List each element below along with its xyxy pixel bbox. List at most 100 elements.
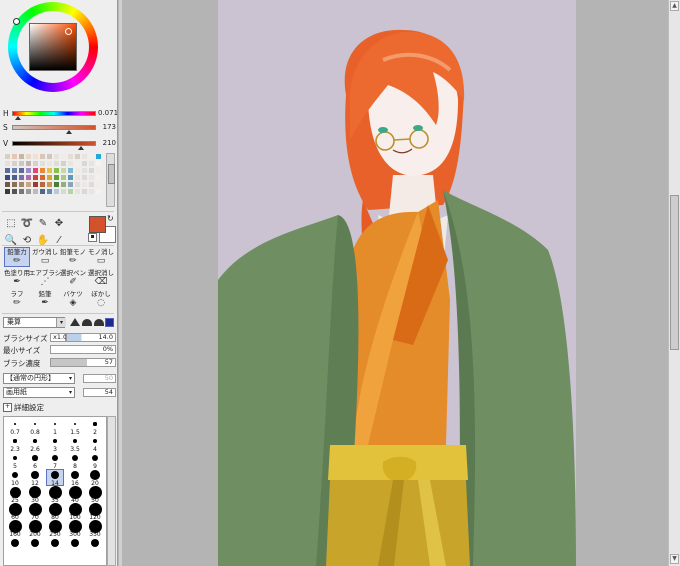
color-swatch[interactable] [11,160,18,167]
brush-slot[interactable]: バケツ ◈ [60,289,86,309]
color-swatch[interactable] [46,188,53,195]
brush-slot[interactable]: 鉛筆 ✒ [32,289,58,309]
brush-slot[interactable]: 色塗り用 ✒ [4,268,30,288]
shape-hard-icon[interactable] [70,318,80,326]
move-icon[interactable]: ✥ [52,216,66,230]
color-swatch[interactable] [74,181,81,188]
color-swatch[interactable] [53,181,60,188]
color-swatch[interactable] [25,188,32,195]
size-preset[interactable] [34,423,36,425]
color-swatch[interactable] [81,160,88,167]
size-preset[interactable] [72,438,78,444]
brush-slot[interactable]: エアブラシ ⋰ [29,268,61,288]
size-preset[interactable] [90,538,100,548]
color-swatch[interactable] [11,174,18,181]
color-swatch[interactable] [25,167,32,174]
shape-flat-icon[interactable] [105,318,114,327]
size-grid-scrollbar[interactable] [107,416,116,566]
texture-select[interactable]: 画用紙 [3,387,75,398]
brush-slot[interactable]: モノ消し ▭ [88,247,114,267]
color-swatch[interactable] [88,181,95,188]
color-swatch[interactable] [18,174,25,181]
color-swatch[interactable] [4,181,11,188]
color-swatch[interactable] [81,181,88,188]
color-swatch[interactable] [46,160,53,167]
brush-slot[interactable]: ぼかし ◌ [88,289,114,309]
color-swatch[interactable] [95,181,102,188]
size-preset[interactable] [33,439,37,443]
color-swatch[interactable] [67,167,74,174]
color-swatch[interactable] [67,181,74,188]
size-preset[interactable] [50,538,60,548]
color-swatch[interactable] [88,160,95,167]
color-swatch[interactable] [60,181,67,188]
size-preset[interactable] [91,454,99,462]
color-swatch[interactable] [60,160,67,167]
color-swatch[interactable] [60,174,67,181]
size-preset[interactable] [70,538,80,548]
blend-mode-dropdown-button[interactable]: ▾ [56,318,66,327]
transparent-color-icon[interactable]: ▪ [88,233,97,242]
swatch-scrollbar[interactable] [106,153,115,207]
color-swatch[interactable] [88,153,95,160]
swap-colors-icon[interactable]: ↻ [107,214,114,223]
size-preset[interactable] [90,470,100,480]
color-swatch[interactable] [32,188,39,195]
color-swatch[interactable] [32,160,39,167]
shape-select[interactable]: 【通常の円形】 [3,373,75,384]
color-swatch[interactable] [53,188,60,195]
magic-wand-icon[interactable]: ✎ [36,216,50,230]
color-swatch[interactable] [74,167,81,174]
size-preset[interactable] [92,438,98,444]
size-preset[interactable] [32,455,38,461]
detail-settings-toggle[interactable]: + 詳細設定 [3,402,44,412]
color-swatch[interactable] [39,160,46,167]
size-preset[interactable] [30,538,40,548]
size-preset[interactable] [10,538,20,548]
size-preset[interactable] [9,486,21,498]
min-size-field[interactable]: 0% [50,345,116,354]
size-preset[interactable] [31,471,39,479]
brush-slot[interactable]: 選択消し ⌫ [88,268,114,288]
color-swatch[interactable] [11,167,18,174]
size-preset[interactable] [13,439,17,443]
color-swatch[interactable] [60,188,67,195]
brush-slot[interactable]: 鉛筆モノ ✏ [60,247,86,267]
vertical-scrollbar[interactable]: ▲ ▼ [668,0,680,566]
color-swatch[interactable] [32,153,39,160]
texture-strength-field[interactable]: 54 [83,388,116,397]
size-preset[interactable] [11,471,19,479]
brush-size-field[interactable]: 14.0 [66,333,116,342]
hue-slider[interactable] [12,111,96,116]
density-field[interactable]: 57 [50,358,116,367]
shape-soft-icon[interactable] [94,319,104,326]
color-swatch[interactable] [74,160,81,167]
color-swatch[interactable] [18,153,25,160]
color-swatch[interactable] [32,167,39,174]
color-swatch[interactable] [81,167,88,174]
size-preset[interactable] [53,422,57,426]
size-preset[interactable] [70,470,80,480]
color-swatch[interactable] [67,174,74,181]
color-swatch[interactable] [95,160,102,167]
color-swatch[interactable] [46,174,53,181]
color-swatch[interactable] [39,167,46,174]
color-swatch[interactable] [4,188,11,195]
color-swatch[interactable] [74,174,81,181]
size-preset[interactable] [71,454,79,462]
color-swatch[interactable] [60,153,67,160]
color-swatch[interactable] [67,160,74,167]
color-swatch[interactable] [32,174,39,181]
shape-dropdown-button[interactable]: ▾ [69,374,75,383]
color-swatch[interactable] [4,160,11,167]
color-swatch[interactable] [18,188,25,195]
color-swatch[interactable] [74,153,81,160]
scroll-up-button[interactable]: ▲ [670,1,679,11]
color-swatch[interactable] [60,167,67,174]
color-swatch[interactable] [4,153,11,160]
canvas-area[interactable] [122,0,668,566]
lasso-icon[interactable]: ➰ [20,216,34,230]
color-swatch[interactable] [95,167,102,174]
color-swatch[interactable] [88,174,95,181]
color-swatch[interactable] [4,174,11,181]
